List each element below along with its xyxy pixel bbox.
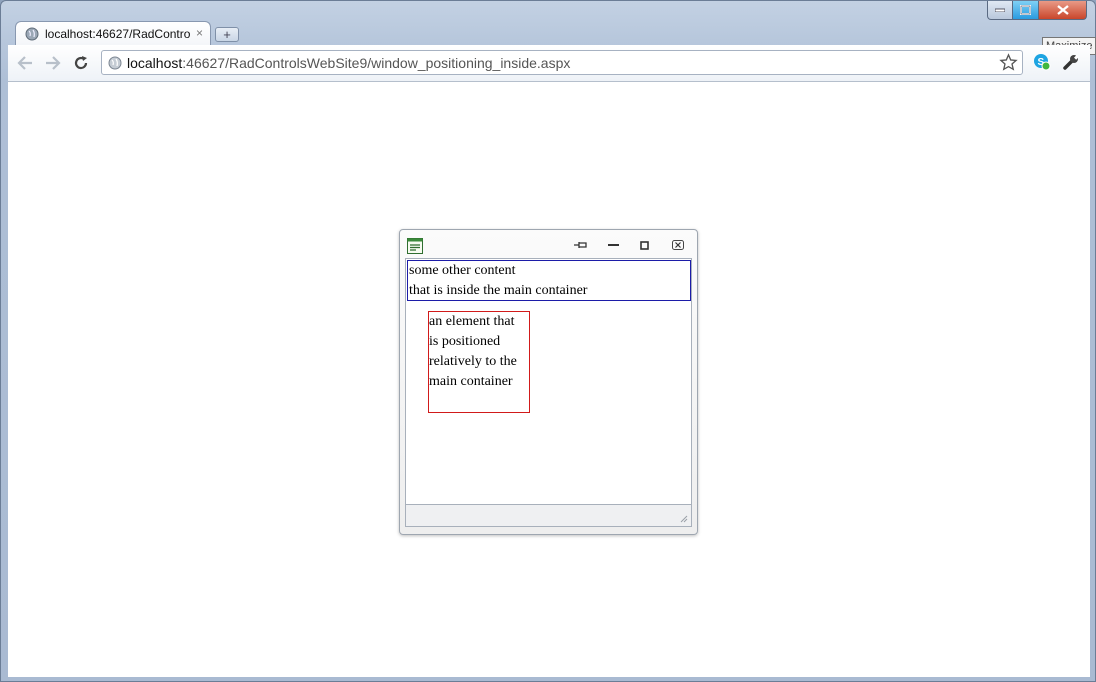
close-icon <box>672 240 684 250</box>
rad-maximize-button[interactable] <box>637 239 651 251</box>
skype-icon[interactable]: S <box>1033 53 1051 71</box>
window-close-button[interactable] <box>1039 1 1087 20</box>
resize-grip-icon[interactable] <box>679 514 688 523</box>
main-container-line-1: some other content <box>409 263 516 278</box>
browser-window: localhost:46627/RadControl × + Maximize <box>0 0 1096 682</box>
title-bar: localhost:46627/RadControl × + Maximize <box>1 1 1096 55</box>
back-icon <box>17 56 32 70</box>
rad-close-button[interactable] <box>671 239 685 251</box>
positioned-element-line-3: relatively to the <box>429 354 517 369</box>
forward-icon <box>46 56 61 70</box>
close-icon <box>1056 5 1069 15</box>
window-minimize-button[interactable] <box>987 1 1013 20</box>
maximize-icon <box>639 240 649 250</box>
reload-button[interactable] <box>72 54 90 72</box>
globe-icon <box>25 27 39 41</box>
main-container-line-2: that is inside the main container <box>409 283 588 298</box>
reload-icon <box>74 56 88 70</box>
window-controls <box>987 1 1087 21</box>
new-tab-button[interactable]: + <box>215 27 239 42</box>
minimize-icon <box>607 244 619 246</box>
tab-title: localhost:46627/RadControl <box>45 27 191 41</box>
window-icon <box>407 238 423 254</box>
rad-window-titlebar[interactable] <box>400 230 697 258</box>
star-icon[interactable] <box>999 53 1018 72</box>
globe-icon <box>108 56 122 70</box>
tab-close-icon[interactable]: × <box>196 26 203 40</box>
positioned-element-line-1: an element that <box>429 314 515 329</box>
maximize-icon <box>1020 5 1031 15</box>
browser-toolbar: localhost:46627/RadControlsWebSite9/wind… <box>8 45 1090 82</box>
positioned-element: an element that is positioned relatively… <box>428 311 530 413</box>
pin-icon <box>574 242 587 248</box>
tab-active[interactable]: localhost:46627/RadControl × <box>15 21 211 45</box>
window-maximize-button[interactable] <box>1013 1 1039 20</box>
forward-button[interactable] <box>44 54 62 72</box>
minimize-icon <box>995 8 1005 12</box>
back-button[interactable] <box>16 54 34 72</box>
positioned-element-line-2: is positioned <box>429 334 501 349</box>
wrench-icon[interactable] <box>1062 53 1080 71</box>
main-container: some other content that is inside the ma… <box>407 260 691 301</box>
url-host: localhost <box>127 55 183 71</box>
rad-minimize-button[interactable] <box>606 239 620 251</box>
url-path: :46627/RadControlsWebSite9/window_positi… <box>182 55 571 71</box>
positioned-element-line-4: main container <box>429 374 513 389</box>
page-viewport: some other content that is inside the ma… <box>8 82 1090 677</box>
pin-button[interactable] <box>574 239 588 251</box>
rad-window: some other content that is inside the ma… <box>399 229 698 535</box>
rad-window-content: some other content that is inside the ma… <box>405 258 692 505</box>
address-bar[interactable]: localhost:46627/RadControlsWebSite9/wind… <box>101 50 1023 75</box>
url-text: localhost:46627/RadControlsWebSite9/wind… <box>127 55 570 71</box>
rad-window-statusbar <box>405 505 692 527</box>
